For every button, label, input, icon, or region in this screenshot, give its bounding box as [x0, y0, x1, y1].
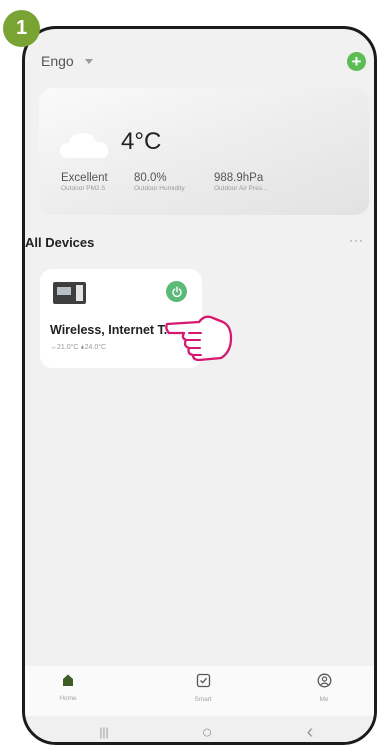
- tab-label: Me: [319, 696, 329, 703]
- metric-label: Outdoor Humidity: [134, 185, 185, 192]
- plus-icon: +: [351, 52, 362, 71]
- tab-smart[interactable]: Smart: [173, 673, 233, 703]
- temperature: 4°C: [121, 128, 162, 155]
- pointing-hand-icon: [165, 315, 233, 362]
- tab-label: Smart: [194, 696, 212, 703]
- top-bar: Engo +: [25, 29, 374, 87]
- weather-metric-pm25: Excellent Outdoor PM2.5: [61, 172, 108, 192]
- step-badge: 1: [3, 10, 40, 47]
- home-selector[interactable]: Engo: [41, 53, 74, 69]
- metric-value: 988.9hPa: [214, 172, 264, 184]
- weather-metric-pressure: 988.9hPa Outdoor Air Pres...: [214, 172, 267, 192]
- add-device-button[interactable]: +: [347, 52, 366, 71]
- tab-home[interactable]: Home: [38, 673, 98, 702]
- weather-metric-humidity: 80.0% Outdoor Humidity: [134, 172, 185, 192]
- chevron-down-icon[interactable]: [85, 59, 93, 64]
- power-icon: [171, 286, 182, 297]
- section-title: All Devices: [25, 235, 95, 250]
- tab-me[interactable]: Me: [294, 673, 354, 703]
- metric-value: Excellent: [61, 172, 108, 184]
- home-icon: [63, 674, 73, 686]
- tab-bar: Home Smart Me: [25, 666, 374, 716]
- phone-screen: Engo + 4°C Excellent Outdoor PM2.5 80.0%…: [22, 26, 377, 745]
- device-temperatures: ↔21.0°C 🌢24.0°C: [50, 344, 107, 351]
- metric-label: Outdoor PM2.5: [61, 185, 106, 192]
- thermostat-icon: [53, 282, 86, 304]
- home-nav-button[interactable]: ○: [187, 716, 227, 742]
- metric-label: Outdoor Air Pres...: [214, 185, 268, 192]
- checkbox-icon: [196, 673, 210, 688]
- cloud-icon: [59, 133, 109, 158]
- tab-label: Home: [59, 695, 77, 702]
- recents-button[interactable]: |||: [84, 716, 124, 742]
- profile-icon: [317, 673, 331, 688]
- metric-value: 80.0%: [134, 172, 167, 184]
- back-button[interactable]: ‹: [290, 716, 330, 743]
- weather-card[interactable]: 4°C Excellent Outdoor PM2.5 80.0% Outdoo…: [39, 88, 369, 215]
- system-navigation-bar: ||| ○ ‹: [25, 716, 374, 743]
- more-options-button[interactable]: ···: [349, 233, 364, 247]
- power-button[interactable]: [166, 281, 187, 302]
